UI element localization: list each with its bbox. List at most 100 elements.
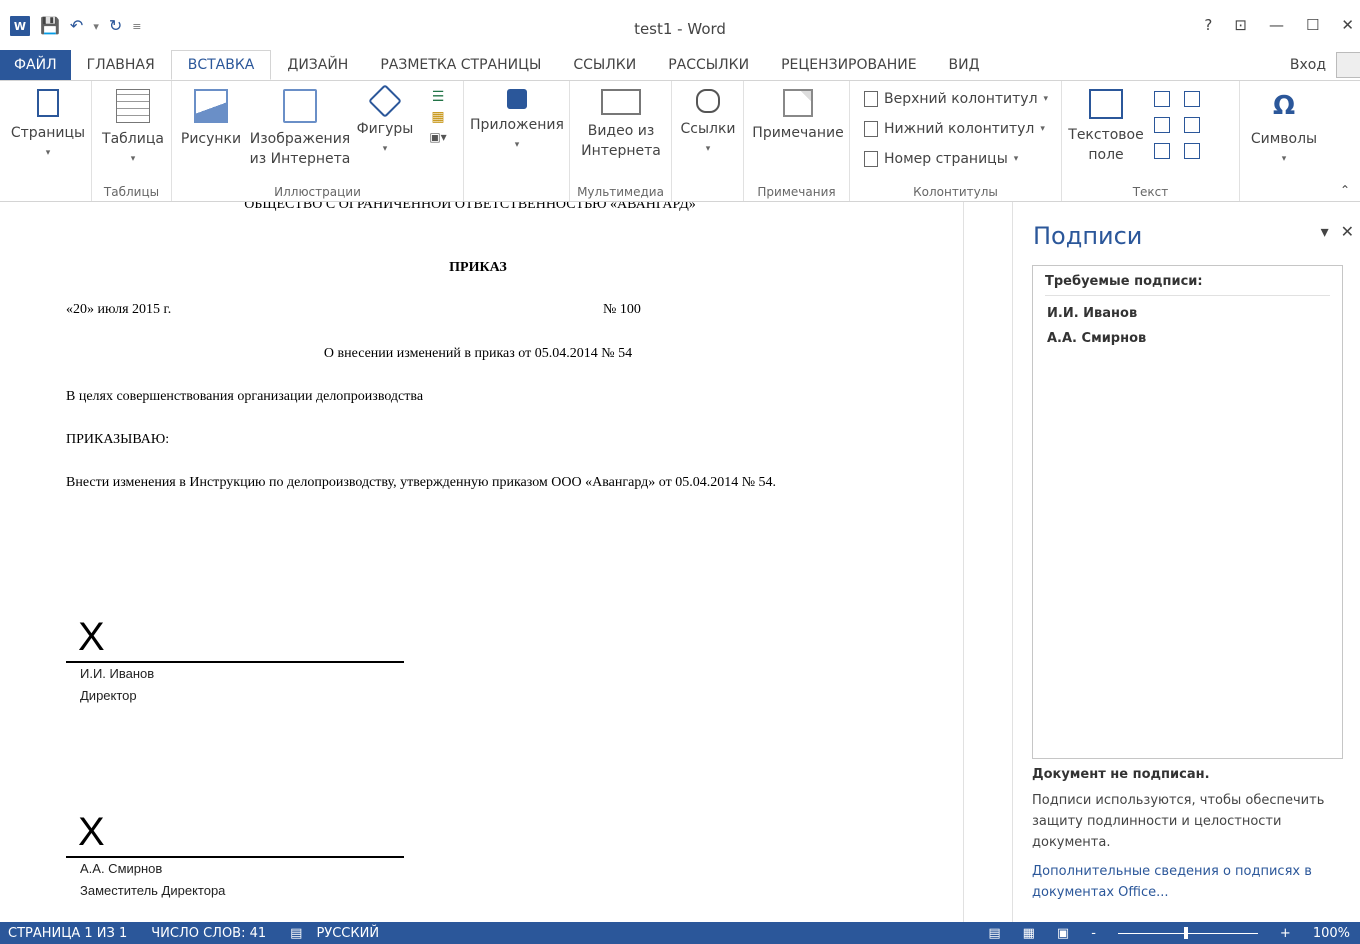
- minimize-button[interactable]: —: [1269, 16, 1284, 34]
- group-label-comments: Примечания: [757, 185, 836, 199]
- textbox-label-1: Текстовое: [1068, 127, 1144, 143]
- symbols-button[interactable]: Ω Символы ▾: [1244, 89, 1324, 169]
- apps-label: Приложения: [470, 117, 564, 133]
- screenshot-icon[interactable]: ▣▾: [418, 127, 458, 147]
- zoom-in-button[interactable]: +: [1280, 926, 1291, 941]
- footer-icon: [864, 121, 878, 137]
- group-apps: Приложения ▾: [464, 81, 570, 201]
- user-avatar-icon[interactable]: [1336, 52, 1360, 78]
- date-time-icon[interactable]: [1184, 117, 1200, 133]
- page-count-status[interactable]: СТРАНИЦА 1 ИЗ 1: [8, 926, 127, 941]
- group-media: Видео из Интернета Мультимедиа: [570, 81, 672, 201]
- wordart-icon[interactable]: [1154, 117, 1170, 133]
- list-item[interactable]: А.А. Смирнов: [1047, 331, 1328, 346]
- print-layout-icon[interactable]: ▦: [1023, 926, 1035, 941]
- group-text: Текстовое поле Текст: [1062, 81, 1240, 201]
- pages-button[interactable]: Страницы ▾: [8, 89, 88, 163]
- document-page[interactable]: ОБЩЕСТВО С ОГРАНИЧЕННОЙ ОТВЕТСТВЕННОСТЬЮ…: [0, 202, 964, 922]
- signature-line-1[interactable]: X И.И. Иванов Директор: [66, 617, 404, 707]
- shapes-button[interactable]: Фигуры ▾: [354, 84, 416, 159]
- chevron-down-icon: ▾: [130, 154, 136, 164]
- help-button[interactable]: ?: [1204, 16, 1212, 34]
- tab-design[interactable]: ДИЗАЙН: [271, 50, 364, 80]
- tab-insert[interactable]: ВСТАВКА: [170, 50, 272, 80]
- smartart-icon[interactable]: ☰: [418, 87, 458, 107]
- tab-mailings[interactable]: РАССЫЛКИ: [652, 50, 765, 80]
- tab-references[interactable]: ССЫЛКИ: [557, 50, 652, 80]
- group-label-text: Текст: [1132, 185, 1169, 199]
- header-button[interactable]: Верхний колонтитул ▾: [864, 91, 1048, 107]
- object-icon[interactable]: [1184, 143, 1200, 159]
- ribbon-display-options-button[interactable]: ⊡: [1234, 16, 1247, 34]
- omega-icon: Ω: [1272, 91, 1296, 121]
- textbox-label-2: поле: [1088, 147, 1124, 163]
- link-icon: [696, 89, 720, 113]
- maximize-button[interactable]: ☐: [1306, 16, 1319, 34]
- chart-icon[interactable]: ▦: [418, 107, 458, 127]
- tab-view[interactable]: ВИД: [933, 50, 996, 80]
- tab-layout[interactable]: РАЗМЕТКА СТРАНИЦЫ: [364, 50, 557, 80]
- web-layout-icon[interactable]: ▣: [1057, 926, 1069, 941]
- pages-icon: [37, 89, 59, 117]
- collapse-ribbon-icon[interactable]: ⌃: [1340, 183, 1350, 197]
- proofing-icon[interactable]: ▤: [290, 926, 302, 941]
- pane-close-icon[interactable]: ✕: [1341, 222, 1354, 241]
- signer-name: А.А. Смирнов: [80, 861, 163, 876]
- group-tables: Таблица ▾ Таблицы: [92, 81, 172, 201]
- online-video-button[interactable]: Видео из Интернета: [576, 89, 666, 161]
- shapes-label: Фигуры: [356, 121, 414, 137]
- signatures-pane: Подписи ▾ ✕ Требуемые подписи: И.И. Иван…: [1012, 202, 1360, 922]
- header-label: Верхний колонтитул: [884, 91, 1038, 107]
- textbox-icon: [1089, 89, 1123, 119]
- apps-icon: [507, 89, 527, 109]
- document-area[interactable]: ОБЩЕСТВО С ОГРАНИЧЕННОЙ ОТВЕТСТВЕННОСТЬЮ…: [0, 202, 1012, 922]
- ribbon-tabs: ФАЙЛ ГЛАВНАЯ ВСТАВКА ДИЗАЙН РАЗМЕТКА СТР…: [0, 50, 1360, 80]
- zoom-level[interactable]: 100%: [1313, 926, 1350, 941]
- online-video-icon: [601, 89, 641, 115]
- tab-review[interactable]: РЕЦЕНЗИРОВАНИЕ: [765, 50, 932, 80]
- quick-parts-icon[interactable]: [1154, 91, 1170, 107]
- zoom-out-button[interactable]: -: [1091, 926, 1096, 941]
- drop-cap-icon[interactable]: [1154, 143, 1170, 159]
- table-label: Таблица: [102, 131, 164, 147]
- language-status[interactable]: РУССКИЙ: [316, 926, 379, 941]
- zoom-slider[interactable]: [1117, 926, 1258, 939]
- footer-label: Нижний колонтитул: [884, 121, 1035, 137]
- page-number-button[interactable]: Номер страницы ▾: [864, 151, 1018, 167]
- pane-title: Подписи: [1033, 222, 1143, 250]
- list-item[interactable]: И.И. Иванов: [1047, 306, 1328, 321]
- new-comment-icon: [783, 89, 813, 117]
- tab-file[interactable]: ФАЙЛ: [0, 50, 71, 80]
- word-count-status[interactable]: ЧИСЛО СЛОВ: 41: [151, 926, 266, 941]
- pages-label: Страницы: [10, 125, 86, 141]
- header-icon: [864, 91, 878, 107]
- signatures-help-link[interactable]: Дополнительные сведения о подписях в док…: [1032, 861, 1352, 903]
- comment-button[interactable]: Примечание: [748, 89, 848, 143]
- tab-home[interactable]: ГЛАВНАЯ: [71, 50, 171, 80]
- apps-button[interactable]: Приложения ▾: [468, 89, 566, 155]
- pane-options-icon[interactable]: ▾: [1321, 222, 1329, 241]
- status-bar: СТРАНИЦА 1 ИЗ 1 ЧИСЛО СЛОВ: 41 ▤ РУССКИЙ…: [0, 922, 1360, 944]
- pane-controls: ▾ ✕: [1321, 222, 1354, 241]
- pictures-button[interactable]: Рисунки: [178, 89, 244, 149]
- links-button[interactable]: Ссылки ▾: [676, 89, 740, 159]
- table-button[interactable]: Таблица ▾: [98, 89, 168, 169]
- signature-line-2[interactable]: X А.А. Смирнов Заместитель Директора: [66, 812, 404, 902]
- zoom-slider-thumb[interactable]: [1183, 926, 1188, 939]
- signature-description: Подписи используются, чтобы обеспечить з…: [1032, 793, 1325, 850]
- online-pictures-button[interactable]: Изображения из Интернета: [248, 89, 352, 169]
- document-number: № 100: [603, 302, 641, 317]
- links-label: Ссылки: [680, 121, 736, 137]
- group-label-tables: Таблицы: [103, 185, 160, 199]
- footer-button[interactable]: Нижний колонтитул ▾: [864, 121, 1045, 137]
- picture-icon: [194, 89, 228, 123]
- window-controls: ? ⊡ — ☐ ✕: [1204, 16, 1354, 34]
- page-number-icon: [864, 151, 878, 167]
- chevron-down-icon: ▾: [514, 140, 520, 150]
- signature-line-icon[interactable]: [1184, 91, 1200, 107]
- textbox-button[interactable]: Текстовое поле: [1066, 89, 1146, 165]
- close-button[interactable]: ✕: [1341, 16, 1354, 34]
- group-header-footer: Верхний колонтитул ▾ Нижний колонтитул ▾…: [850, 81, 1062, 201]
- read-mode-icon[interactable]: ▤: [988, 926, 1000, 941]
- group-pages: Страницы ▾: [0, 81, 92, 201]
